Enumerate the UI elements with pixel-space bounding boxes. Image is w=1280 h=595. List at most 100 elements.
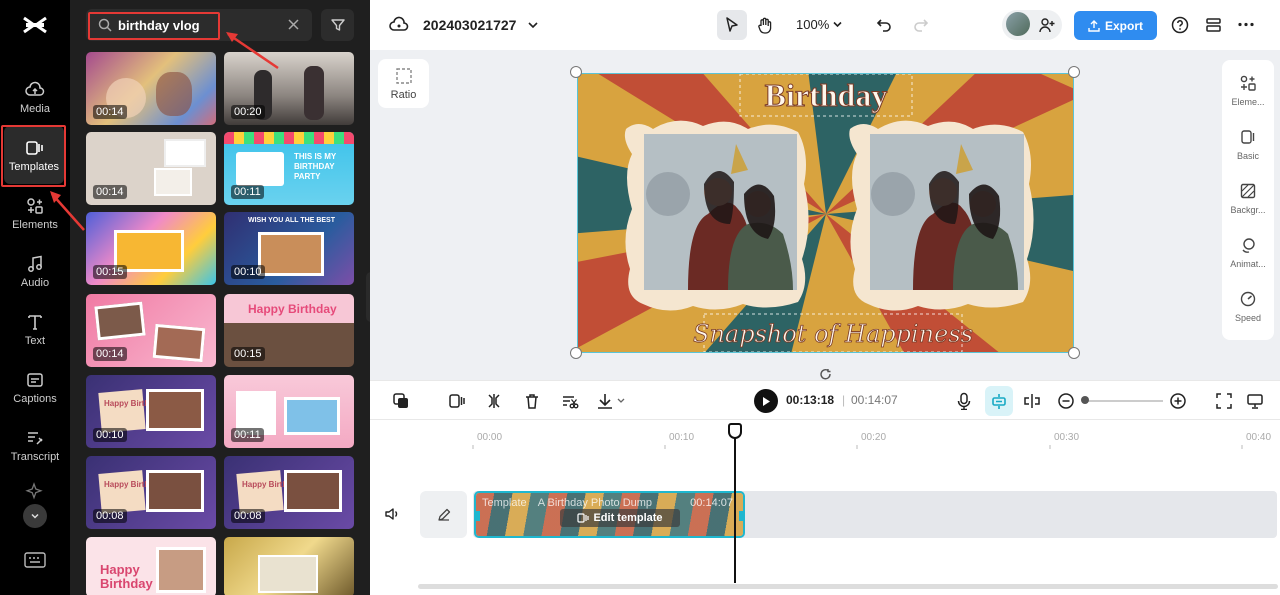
chevron-down-icon[interactable] xyxy=(832,20,843,29)
filter-button[interactable] xyxy=(321,9,354,41)
sidebar-item-label: Transcript xyxy=(10,450,60,463)
template-card[interactable] xyxy=(224,537,354,595)
background-tool[interactable]: Backgr... xyxy=(1222,172,1274,224)
template-card[interactable]: Happy Birthday 00:08 xyxy=(86,456,216,529)
duration-badge: 00:11 xyxy=(231,428,264,442)
monitor-icon xyxy=(1247,394,1263,409)
sidebar-item-text[interactable]: Text xyxy=(0,304,70,354)
preview-settings-button[interactable] xyxy=(1244,390,1266,412)
replace-button[interactable] xyxy=(390,390,412,412)
capcut-logo-icon[interactable] xyxy=(22,14,48,36)
ratio-button[interactable]: Ratio xyxy=(378,59,429,108)
sidebar-item-transcript[interactable]: Transcript xyxy=(0,420,70,470)
sidebar-item-captions[interactable]: Captions xyxy=(0,362,70,412)
clip-trim-left[interactable] xyxy=(476,511,480,521)
template-card[interactable]: THIS IS MY BIRTHDAY PARTY 00:11 xyxy=(224,132,354,205)
cloud-sync-icon[interactable] xyxy=(389,16,409,34)
playhead[interactable] xyxy=(734,423,736,583)
sidebar-item-audio[interactable]: Audio xyxy=(0,246,70,296)
play-button[interactable] xyxy=(754,389,778,413)
volume-icon[interactable] xyxy=(384,506,400,522)
sidebar-item-templates[interactable]: Templates xyxy=(4,126,64,184)
more-icon[interactable] xyxy=(1238,22,1254,27)
template-card[interactable]: Happy Birthday xyxy=(86,537,216,595)
split-button[interactable] xyxy=(483,390,505,412)
fullscreen-icon xyxy=(1216,393,1232,409)
chevron-down-icon xyxy=(31,513,39,519)
elements-icon xyxy=(1240,75,1256,91)
elements-tool[interactable]: Eleme... xyxy=(1222,64,1274,116)
search-input[interactable] xyxy=(118,15,268,35)
video-canvas[interactable]: Birthday Snapshot of Happiness xyxy=(577,73,1074,353)
template-card[interactable]: 00:14 xyxy=(86,132,216,205)
sidebar-item-label: Media xyxy=(20,102,50,115)
template-clip[interactable]: Template A Birthday Photo Dump 00:14:07 … xyxy=(474,491,745,538)
resize-handle[interactable] xyxy=(570,66,582,78)
template-search[interactable] xyxy=(86,9,312,41)
zoom-out-button[interactable] xyxy=(1055,390,1077,412)
zoom-slider[interactable] xyxy=(1083,400,1163,402)
sidebar-item-label: Audio xyxy=(20,276,50,289)
duration-badge: 00:15 xyxy=(231,347,265,361)
sidebar-item-label: Templates xyxy=(8,160,60,173)
template-card[interactable]: 00:11 xyxy=(224,375,354,448)
animation-tool[interactable]: Animat... xyxy=(1222,226,1274,278)
resize-handle[interactable] xyxy=(1068,66,1080,78)
redo-icon[interactable] xyxy=(913,16,929,32)
undo-icon[interactable] xyxy=(876,16,892,32)
split-view-button[interactable] xyxy=(1021,390,1043,412)
transcript-icon xyxy=(28,431,43,445)
template-card[interactable]: 00:14 xyxy=(86,294,216,367)
clip-name: A Birthday Photo Dump xyxy=(537,497,653,509)
zoom-in-button[interactable] xyxy=(1167,390,1189,412)
speed-tool[interactable]: Speed xyxy=(1222,280,1274,332)
speed-icon xyxy=(1240,291,1256,306)
zoom-slider-knob[interactable] xyxy=(1081,396,1089,404)
canvas-subtitle-text[interactable]: Snapshot of Happiness xyxy=(693,320,974,349)
template-card[interactable]: Happy Birthday 00:15 xyxy=(224,294,354,367)
template-card[interactable]: WISH YOU ALL THE BEST 00:10 xyxy=(224,212,354,285)
time-separator: | xyxy=(842,393,846,407)
hand-tool-button[interactable] xyxy=(750,10,780,40)
more-tools-button[interactable] xyxy=(23,504,47,528)
delete-button[interactable] xyxy=(521,390,543,412)
export-button[interactable]: Export xyxy=(1074,11,1157,40)
sidebar-item-media[interactable]: Media xyxy=(0,72,70,122)
add-user-icon[interactable] xyxy=(1039,17,1055,33)
sparkle-icon[interactable] xyxy=(25,482,45,502)
fit-timeline-button[interactable] xyxy=(1213,390,1235,412)
template-card[interactable]: 00:20 xyxy=(224,52,354,125)
templates-icon xyxy=(577,513,590,523)
timeline[interactable]: 00:00 00:10 00:20 00:30 00:40 Template A… xyxy=(370,421,1280,595)
resize-handle[interactable] xyxy=(570,347,582,359)
playhead-handle[interactable] xyxy=(728,423,742,439)
download-button[interactable] xyxy=(595,390,629,412)
birthday-template-preview: Birthday Snapshot of Happiness xyxy=(578,74,1073,352)
help-icon[interactable] xyxy=(1171,16,1189,34)
clear-icon[interactable] xyxy=(287,18,300,31)
avatar[interactable] xyxy=(1006,12,1030,36)
template-edit-button[interactable] xyxy=(446,390,468,412)
template-card[interactable]: Happy Birthday 00:08 xyxy=(224,456,354,529)
sidebar-item-elements[interactable]: Elements xyxy=(0,188,70,238)
template-card[interactable]: Happy Birthday 00:10 xyxy=(86,375,216,448)
select-tool-button[interactable] xyxy=(717,10,747,40)
timeline-scrollbar[interactable] xyxy=(418,584,1278,589)
layers-icon[interactable] xyxy=(1205,17,1222,33)
chevron-down-icon[interactable] xyxy=(527,20,539,30)
edit-template-button[interactable]: Edit template xyxy=(560,509,680,527)
track-cover-button[interactable] xyxy=(420,491,467,538)
resize-handle[interactable] xyxy=(1068,347,1080,359)
detach-audio-button[interactable] xyxy=(559,390,581,412)
canvas-title-text[interactable]: Birthday xyxy=(764,77,888,114)
template-card[interactable]: 00:15 xyxy=(86,212,216,285)
zoom-level[interactable]: 100% xyxy=(796,17,829,32)
clip-trim-right[interactable] xyxy=(739,511,743,521)
template-card[interactable]: 00:14 xyxy=(86,52,216,125)
basic-tool[interactable]: Basic xyxy=(1222,118,1274,170)
keyboard-icon[interactable] xyxy=(24,551,46,569)
tool-label: Animat... xyxy=(1230,258,1266,269)
project-title[interactable]: 202403021727 xyxy=(423,17,516,33)
magnet-toggle[interactable] xyxy=(988,390,1010,412)
record-button[interactable] xyxy=(953,390,975,412)
